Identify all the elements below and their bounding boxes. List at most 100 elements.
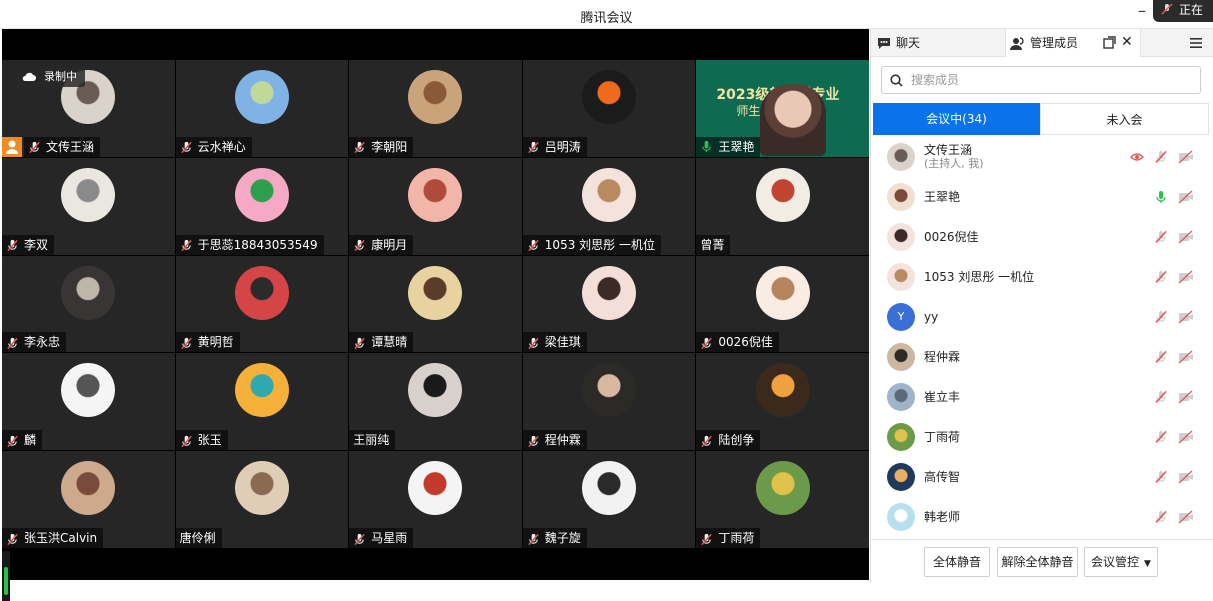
avatar: [61, 265, 116, 320]
camera-off-icon[interactable]: [1178, 430, 1194, 444]
participant-tile[interactable]: 1053 刘思彤 一机位: [522, 157, 696, 255]
search-box[interactable]: [881, 66, 1201, 94]
camera-off-icon[interactable]: [1178, 190, 1194, 204]
mic-off-icon: [180, 435, 192, 447]
participant-tile[interactable]: 李永忠: [2, 255, 175, 353]
mic-off-icon: [701, 533, 713, 545]
member-name: 程仲霖: [924, 350, 961, 364]
chat-icon: [878, 37, 890, 49]
participant-name: 丁雨荷: [696, 528, 761, 548]
minimize-button[interactable]: –: [1131, 2, 1153, 24]
popout-icon[interactable]: [1103, 36, 1116, 49]
status-text: 正在: [1179, 3, 1204, 17]
title-bar: 腾讯会议 –: [0, 0, 1213, 29]
participant-name: 曾菁: [696, 234, 731, 255]
participant-tile[interactable]: 曾菁: [696, 157, 869, 255]
participant-tile[interactable]: 谭慧晴: [349, 255, 522, 353]
participant-name: 梁佳琪: [522, 332, 587, 353]
member-list: 文传王涵 (主持人, 我) 王翠艳 0026倪佳 1053 刘思彤 一机位 Yyy 程仲霖崔…: [871, 137, 1213, 537]
participant-tile[interactable]: 程仲霖: [522, 353, 696, 451]
camera-off-icon[interactable]: [1178, 510, 1194, 524]
camera-off-icon[interactable]: [1178, 350, 1194, 364]
member-row[interactable]: 0026倪佳: [871, 217, 1213, 257]
avatar: [408, 70, 463, 124]
member-name: 0026倪佳: [924, 230, 979, 244]
participant-name: 张玉洪Calvin: [2, 528, 104, 548]
participant-tile[interactable]: 魏子旋: [522, 451, 696, 548]
member-name: yy: [924, 310, 939, 324]
member-row[interactable]: 丁雨荷: [871, 417, 1213, 457]
camera-off-icon[interactable]: [1178, 310, 1194, 324]
participant-tile[interactable]: 于思蕊18843053549: [175, 157, 349, 255]
participant-tile[interactable]: 张玉洪Calvin: [2, 451, 175, 548]
participant-tile[interactable]: 黄明哲: [175, 255, 349, 353]
tab-in-meeting[interactable]: 会议中(34): [873, 103, 1040, 135]
participant-name: 吕明涛: [522, 136, 587, 157]
mute-all-button[interactable]: 全体静音: [924, 547, 990, 577]
avatar: [755, 461, 810, 516]
member-row[interactable]: 程仲霖: [871, 337, 1213, 377]
camera-off-icon[interactable]: [1178, 150, 1194, 164]
search-input[interactable]: [911, 73, 1171, 87]
member-row[interactable]: 崔立丰: [871, 377, 1213, 417]
participant-name: 李朝阳: [349, 136, 414, 157]
participant-tile[interactable]: 2023级新…播专业师生…会王翠艳: [696, 60, 869, 157]
member-row[interactable]: 王翠艳: [871, 177, 1213, 217]
participant-tile[interactable]: 唐伶俐: [175, 451, 349, 548]
member-row[interactable]: 高传智: [871, 457, 1213, 497]
participant-tile[interactable]: 云水禅心: [175, 60, 349, 157]
avatar: [61, 461, 116, 516]
avatar: [582, 461, 637, 516]
participant-tile[interactable]: 0026倪佳: [696, 255, 869, 353]
avatar: [582, 265, 637, 320]
participant-tile[interactable]: 张玉: [175, 353, 349, 451]
mic-off-icon: [1155, 310, 1167, 324]
mic-on-icon[interactable]: [1154, 190, 1168, 204]
unmute-all-button[interactable]: 解除全体静音: [997, 547, 1078, 577]
camera-off-icon[interactable]: [1178, 270, 1194, 284]
participant-tile[interactable]: 王丽纯: [349, 353, 522, 451]
search-icon: [890, 73, 903, 87]
member-name: 高传智: [924, 470, 961, 484]
close-icon[interactable]: ✕: [1121, 35, 1135, 49]
speaking-status-pill[interactable]: 正在: [1153, 0, 1213, 22]
avatar: [234, 363, 289, 418]
menu-icon[interactable]: [1189, 36, 1203, 50]
mic-off-icon: [7, 533, 18, 545]
participant-tile[interactable]: 李朝阳: [349, 60, 522, 157]
participant-tile[interactable]: 梁佳琪: [522, 255, 696, 353]
participant-name: 唐伶俐: [175, 528, 222, 548]
camera-off-icon[interactable]: [1178, 230, 1194, 244]
camera-feed: [760, 84, 827, 156]
participant-name: 云水禅心: [175, 136, 252, 157]
camera-off-icon[interactable]: [1178, 470, 1194, 484]
participant-tile[interactable]: 李双: [2, 157, 175, 255]
participant-name: 文传王涵: [24, 136, 101, 157]
participant-name: 李双: [2, 234, 55, 255]
participant-tile[interactable]: 吕明涛: [522, 60, 696, 157]
participant-tile[interactable]: 康明月: [349, 157, 522, 255]
member-row[interactable]: Yyy: [871, 297, 1213, 337]
participant-tile[interactable]: 马星雨: [349, 451, 522, 548]
camera-off-icon[interactable]: [1178, 390, 1194, 404]
tab-not-joined[interactable]: 未入会: [1040, 103, 1209, 135]
member-row[interactable]: 文传王涵 (主持人, 我): [871, 137, 1213, 177]
participant-name: 康明月: [349, 234, 414, 255]
member-row[interactable]: 韩老师: [871, 497, 1213, 537]
mic-off-icon: [528, 337, 539, 349]
participant-tile[interactable]: 陆创争: [696, 353, 869, 451]
host-badge-icon: [2, 136, 22, 157]
avatar: [408, 363, 463, 418]
tab-chat[interactable]: 聊天: [875, 29, 1005, 57]
avatar: [234, 265, 289, 320]
member-row[interactable]: 1053 刘思彤 一机位: [871, 257, 1213, 297]
meeting-control-button[interactable]: 会议管控 ▼: [1084, 547, 1158, 577]
recording-indicator[interactable]: 录制中: [14, 67, 85, 87]
avatar: [887, 463, 915, 491]
participant-name: 王丽纯: [349, 430, 396, 451]
participant-name: 谭慧晴: [349, 332, 414, 353]
participant-tile[interactable]: 麟: [2, 353, 175, 451]
mic-off-icon: [701, 435, 713, 447]
mic-off-icon: [354, 239, 365, 252]
participant-tile[interactable]: 丁雨荷: [696, 451, 869, 548]
